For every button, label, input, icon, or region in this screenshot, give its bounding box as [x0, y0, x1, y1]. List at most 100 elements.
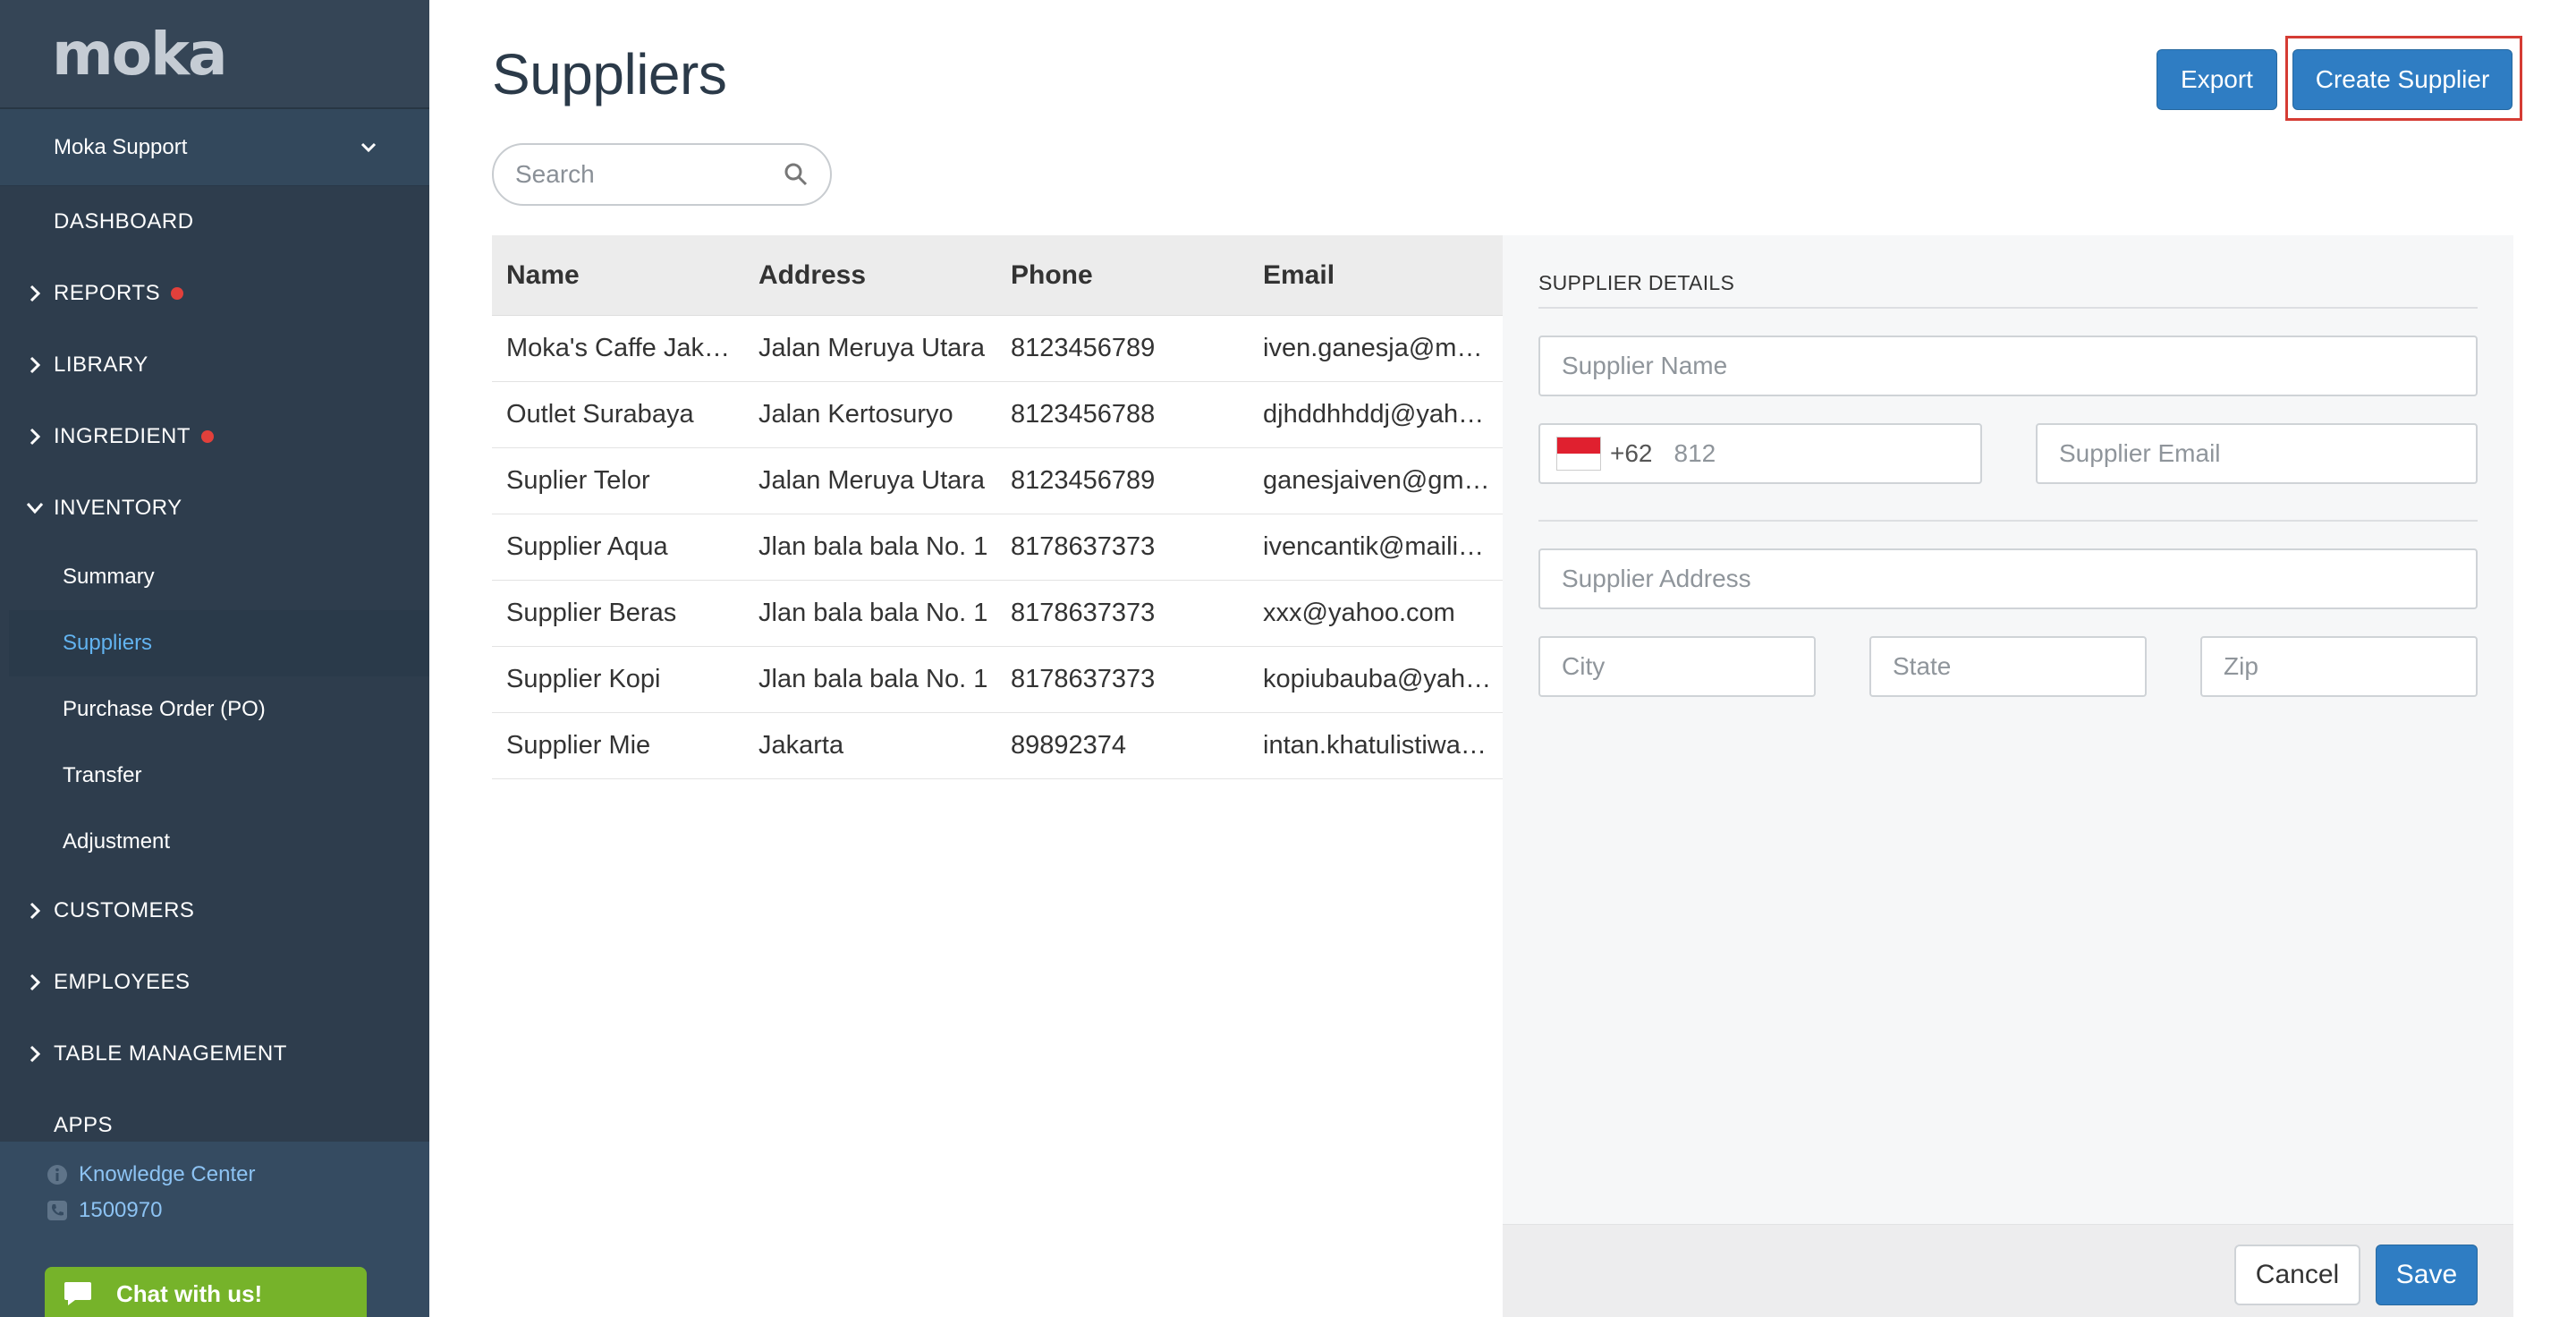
- sidebar-item-dashboard[interactable]: DASHBOARD: [0, 186, 429, 258]
- cell-name: Moka's Caffe Jakarta: [506, 334, 744, 362]
- chevron-right-icon: [25, 1045, 45, 1063]
- table-row[interactable]: Supplier Mie Jakarta 89892374 intan.khat…: [492, 713, 1503, 779]
- supplier-name-input[interactable]: [1562, 352, 2476, 380]
- chevron-right-icon: [25, 285, 45, 302]
- chevron-right-icon: [25, 973, 45, 991]
- column-header-email[interactable]: Email: [1249, 260, 1503, 291]
- table-row[interactable]: Moka's Caffe Jakarta Jalan Meruya Utara …: [492, 316, 1503, 382]
- zip-input[interactable]: [2224, 652, 2476, 681]
- cell-email: kopiubauba@yahoo.com: [1263, 665, 1503, 693]
- page-title: Suppliers: [492, 42, 727, 106]
- column-header-address[interactable]: Address: [744, 260, 996, 291]
- sidebar-item-label: LIBRARY: [54, 353, 148, 377]
- table-row[interactable]: Outlet Surabaya Jalan Kertosuryo 8123456…: [492, 382, 1503, 448]
- cell-name: Supplier Beras: [506, 599, 677, 627]
- alert-dot: [171, 287, 184, 300]
- chat-bubble-icon: [64, 1282, 91, 1305]
- sidebar-item-label: INVENTORY: [54, 496, 182, 520]
- state-input[interactable]: [1893, 652, 2145, 681]
- table-row[interactable]: Supplier Kopi Jlan bala bala No. 1 81786…: [492, 647, 1503, 713]
- table-row[interactable]: Suplier Telor Jalan Meruya Utara 8123456…: [492, 448, 1503, 514]
- export-button[interactable]: Export: [2157, 49, 2277, 110]
- cell-email: ganesjaiven@gmail.com: [1263, 466, 1503, 495]
- sidebar-item-employees[interactable]: EMPLOYEES: [0, 947, 429, 1018]
- cell-phone: 8123456789: [1011, 466, 1156, 495]
- sidebar-nav: DASHBOARD REPORTS LIBRARY INGREDIENT INV…: [0, 186, 429, 1161]
- sidebar: moka Moka Support DASHBOARD REPORTS LIBR…: [0, 0, 429, 1317]
- panel-title: SUPPLIER DETAILS: [1538, 271, 1735, 294]
- support-phone-label: 1500970: [79, 1198, 163, 1222]
- cell-phone: 8123456789: [1011, 334, 1156, 362]
- sidebar-item-label: DASHBOARD: [54, 209, 194, 234]
- cell-address: Jalan Meruya Utara: [758, 466, 986, 495]
- sidebar-item-label: APPS: [54, 1113, 114, 1137]
- save-button[interactable]: Save: [2376, 1245, 2478, 1305]
- sidebar-item-library[interactable]: LIBRARY: [0, 329, 429, 401]
- supplier-email-field[interactable]: [2036, 423, 2478, 484]
- create-supplier-button[interactable]: Create Supplier: [2292, 49, 2512, 110]
- account-switcher[interactable]: Moka Support: [0, 109, 429, 186]
- cell-name: Supplier Aqua: [506, 532, 668, 561]
- cell-address: Jalan Meruya Utara: [758, 334, 986, 362]
- sidebar-item-purchase-order[interactable]: Purchase Order (PO): [0, 676, 429, 743]
- supplier-name-field[interactable]: [1538, 336, 2478, 396]
- cell-name: Supplier Kopi: [506, 665, 661, 693]
- sidebar-item-ingredient[interactable]: INGREDIENT: [0, 401, 429, 472]
- city-input[interactable]: [1562, 652, 1814, 681]
- supplier-email-input[interactable]: [2059, 439, 2476, 468]
- cell-address: Jakarta: [758, 731, 844, 760]
- sidebar-item-reports[interactable]: REPORTS: [0, 258, 429, 329]
- sidebar-item-label: REPORTS: [54, 281, 161, 305]
- sidebar-item-inventory[interactable]: INVENTORY: [0, 472, 429, 544]
- search-input[interactable]: [515, 160, 784, 189]
- cell-address: Jlan bala bala No. 1: [758, 599, 988, 627]
- supplier-address-field[interactable]: [1538, 548, 2478, 609]
- account-name: Moka Support: [54, 134, 188, 159]
- indonesia-flag-icon[interactable]: [1556, 437, 1601, 471]
- cell-name: Suplier Telor: [506, 466, 650, 495]
- knowledge-center-label: Knowledge Center: [79, 1162, 256, 1186]
- sidebar-item-label: TABLE MANAGEMENT: [54, 1041, 287, 1066]
- zip-field[interactable]: [2200, 636, 2478, 697]
- cell-phone: 89892374: [1011, 731, 1127, 760]
- table-row[interactable]: Supplier Aqua Jlan bala bala No. 1 81786…: [492, 514, 1503, 581]
- supplier-address-input[interactable]: [1562, 565, 2476, 593]
- cell-phone: 8178637373: [1011, 599, 1156, 627]
- cell-address: Jlan bala bala No. 1: [758, 665, 988, 693]
- cell-email: xxx@yahoo.com: [1263, 599, 1455, 627]
- sidebar-item-table-management[interactable]: TABLE MANAGEMENT: [0, 1018, 429, 1090]
- sidebar-item-label: INGREDIENT: [54, 424, 191, 448]
- search-icon[interactable]: [784, 162, 809, 187]
- sidebar-item-suppliers[interactable]: Suppliers: [9, 610, 429, 676]
- supplier-phone-input[interactable]: [1674, 439, 1907, 468]
- divider: [1538, 520, 2478, 522]
- cancel-button[interactable]: Cancel: [2234, 1245, 2360, 1305]
- search-box[interactable]: [492, 143, 832, 206]
- chat-with-us-button[interactable]: Chat with us!: [45, 1267, 367, 1317]
- sidebar-item-summary[interactable]: Summary: [0, 544, 429, 610]
- supplier-phone-field[interactable]: +62: [1538, 423, 1982, 484]
- chevron-right-icon: [25, 902, 45, 920]
- chevron-down-icon: [25, 502, 45, 514]
- chevron-down-icon: [360, 142, 377, 152]
- table-header: Name Address Phone Email: [492, 235, 1503, 316]
- cell-name: Supplier Mie: [506, 731, 651, 760]
- sidebar-item-label: EMPLOYEES: [54, 970, 191, 994]
- phone-icon: [47, 1201, 67, 1220]
- chevron-right-icon: [25, 356, 45, 374]
- sidebar-item-customers[interactable]: CUSTOMERS: [0, 875, 429, 947]
- table-row[interactable]: Supplier Beras Jlan bala bala No. 1 8178…: [492, 581, 1503, 647]
- moka-logo[interactable]: moka: [52, 20, 228, 89]
- alert-dot: [201, 430, 215, 443]
- divider: [1538, 307, 2478, 309]
- knowledge-center-link[interactable]: Knowledge Center: [0, 1157, 429, 1193]
- sidebar-item-adjustment[interactable]: Adjustment: [0, 809, 429, 875]
- country-code: +62: [1610, 439, 1653, 467]
- cell-email: intan.khatulistiwa@moka.com: [1263, 731, 1503, 760]
- state-field[interactable]: [1869, 636, 2147, 697]
- sidebar-item-transfer[interactable]: Transfer: [0, 743, 429, 809]
- column-header-name[interactable]: Name: [492, 260, 744, 291]
- support-phone-link[interactable]: 1500970: [0, 1193, 429, 1228]
- column-header-phone[interactable]: Phone: [996, 260, 1249, 291]
- city-field[interactable]: [1538, 636, 1816, 697]
